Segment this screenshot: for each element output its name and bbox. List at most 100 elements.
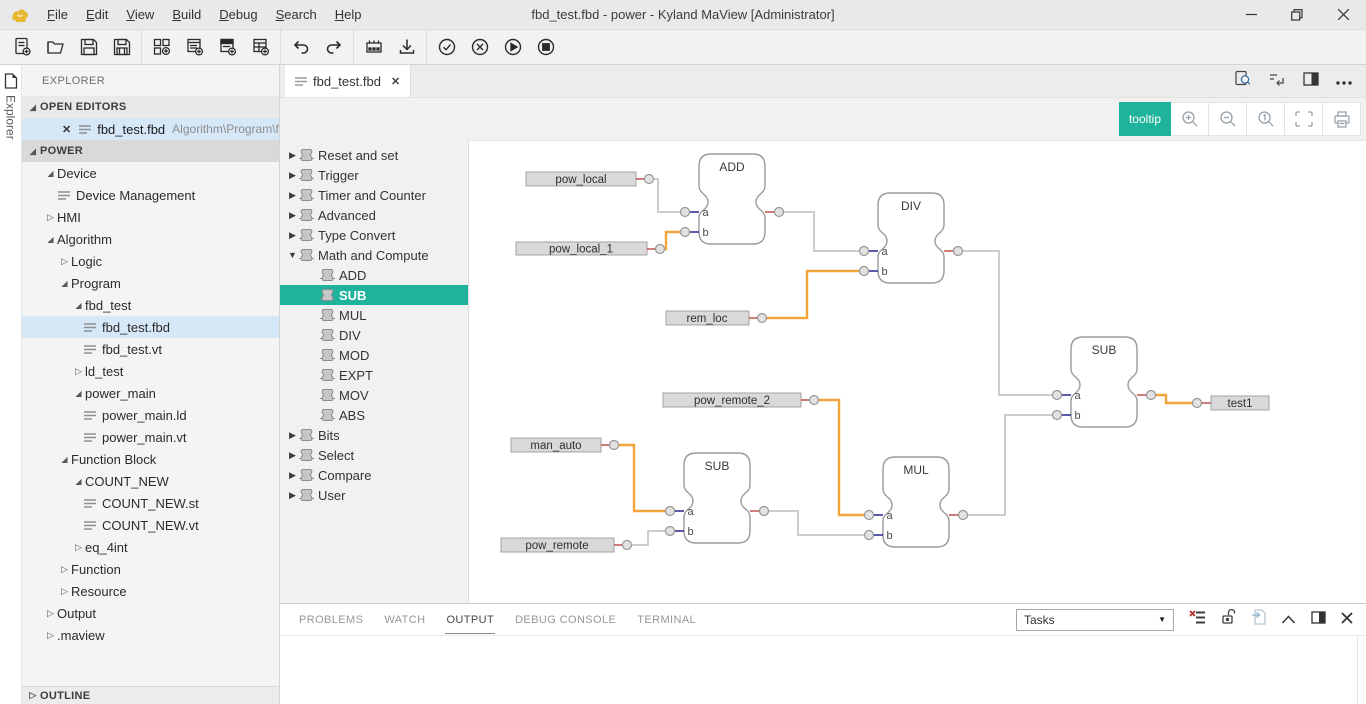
- split-panel-icon[interactable]: [1311, 611, 1326, 629]
- input-port-b[interactable]: [860, 267, 869, 276]
- library-item[interactable]: Advanced: [280, 205, 468, 225]
- variable-label[interactable]: man_auto: [511, 438, 619, 452]
- tree-item[interactable]: Logic: [22, 250, 279, 272]
- panel-tab[interactable]: WATCH: [383, 605, 426, 634]
- close-editor-icon[interactable]: ✕: [62, 123, 71, 136]
- tree-item[interactable]: ld_test: [22, 360, 279, 382]
- tree-item[interactable]: Function: [22, 558, 279, 580]
- maximize-panel-icon[interactable]: [1281, 611, 1296, 629]
- menu-item[interactable]: Build: [163, 0, 210, 29]
- cancel-button[interactable]: [463, 33, 496, 61]
- tree-twisty-icon[interactable]: [44, 212, 57, 223]
- panel-tab[interactable]: DEBUG CONSOLE: [514, 605, 617, 634]
- input-port-a[interactable]: [1053, 391, 1062, 400]
- variable-label[interactable]: test1: [1193, 396, 1270, 410]
- tab-fbd-test[interactable]: fbd_test.fbd ✕: [285, 65, 411, 97]
- wire[interactable]: [963, 251, 1053, 395]
- open-editor-item[interactable]: ✕ fbd_test.fbd Algorithm\Program\fb...: [22, 118, 279, 140]
- zoom-out-button[interactable]: [1209, 102, 1247, 136]
- undo-button[interactable]: [284, 33, 317, 61]
- library-item[interactable]: ADD: [280, 265, 468, 285]
- tree-item[interactable]: Function Block: [22, 448, 279, 470]
- new-project-button[interactable]: [145, 33, 178, 61]
- input-port-b[interactable]: [666, 527, 675, 536]
- wire[interactable]: [784, 212, 860, 251]
- tree-twisty-icon[interactable]: [286, 470, 299, 481]
- open-preview-icon[interactable]: [1234, 70, 1251, 92]
- fit-screen-button[interactable]: [1285, 102, 1323, 136]
- panel-tab[interactable]: PROBLEMS: [298, 605, 364, 634]
- connector-port[interactable]: [1193, 399, 1202, 408]
- wire[interactable]: [654, 179, 681, 212]
- run-button[interactable]: [496, 33, 529, 61]
- panel-tab[interactable]: TERMINAL: [636, 605, 697, 634]
- add-table-button[interactable]: [244, 33, 277, 61]
- zoom-in-button[interactable]: [1171, 102, 1209, 136]
- tree-item[interactable]: eq_4int: [22, 536, 279, 558]
- connector-port[interactable]: [645, 175, 654, 184]
- tree-item[interactable]: power_main.vt: [22, 426, 279, 448]
- tree-twisty-icon[interactable]: [286, 170, 299, 181]
- connector-port[interactable]: [610, 441, 619, 450]
- connector-port[interactable]: [810, 396, 819, 405]
- zoom-reset-button[interactable]: [1247, 102, 1285, 136]
- library-item[interactable]: MUL: [280, 305, 468, 325]
- tree-item[interactable]: COUNT_NEW.vt: [22, 514, 279, 536]
- tree-item[interactable]: fbd_test: [22, 294, 279, 316]
- tree-item[interactable]: HMI: [22, 206, 279, 228]
- menu-item[interactable]: Debug: [210, 0, 266, 29]
- output-port[interactable]: [760, 507, 769, 516]
- device-config-button[interactable]: [357, 33, 390, 61]
- tree-twisty-icon[interactable]: [72, 366, 85, 377]
- fbd-block-div[interactable]: DIV a b: [860, 193, 963, 283]
- download-button[interactable]: [390, 33, 423, 61]
- input-port-b[interactable]: [681, 228, 690, 237]
- tooltip-toggle-button[interactable]: tooltip: [1119, 102, 1171, 136]
- tree-item[interactable]: Device Management: [22, 184, 279, 206]
- save-all-button[interactable]: [105, 33, 138, 61]
- library-item[interactable]: Bits: [280, 425, 468, 445]
- library-item[interactable]: Compare: [280, 465, 468, 485]
- library-item[interactable]: User: [280, 485, 468, 505]
- tree-twisty-icon[interactable]: [72, 389, 85, 398]
- output-port[interactable]: [1147, 391, 1156, 400]
- input-port-a[interactable]: [681, 208, 690, 217]
- library-item[interactable]: Select: [280, 445, 468, 465]
- tree-twisty-icon[interactable]: [44, 630, 57, 641]
- wire[interactable]: [819, 400, 865, 515]
- tree-twisty-icon[interactable]: [286, 250, 299, 260]
- wire[interactable]: [619, 445, 666, 511]
- library-item[interactable]: MOV: [280, 385, 468, 405]
- library-item[interactable]: SUB: [280, 285, 468, 305]
- menu-item[interactable]: Help: [326, 0, 371, 29]
- tree-item[interactable]: Device: [22, 162, 279, 184]
- explorer-file-icon[interactable]: [4, 73, 18, 89]
- tree-twisty-icon[interactable]: [44, 608, 57, 619]
- fbd-canvas[interactable]: pow_local pow_local_1 rem_loc pow_remote…: [468, 140, 1366, 603]
- add-program-button[interactable]: [178, 33, 211, 61]
- library-item[interactable]: ABS: [280, 405, 468, 425]
- menu-item[interactable]: File: [38, 0, 77, 29]
- library-item[interactable]: MOD: [280, 345, 468, 365]
- library-item[interactable]: EXPT: [280, 365, 468, 385]
- tree-item[interactable]: power_main.ld: [22, 404, 279, 426]
- scrollbar-track[interactable]: [1357, 636, 1366, 704]
- fbd-block-sub-right[interactable]: SUB a b: [1053, 337, 1156, 427]
- output-port[interactable]: [775, 208, 784, 217]
- stop-button[interactable]: [529, 33, 562, 61]
- fbd-block-mul[interactable]: MUL a b: [865, 457, 968, 547]
- tree-twisty-icon[interactable]: [286, 450, 299, 461]
- tree-item[interactable]: fbd_test.fbd: [22, 316, 279, 338]
- tree-item[interactable]: Output: [22, 602, 279, 624]
- wire[interactable]: [767, 271, 860, 318]
- add-hmi-button[interactable]: [211, 33, 244, 61]
- variable-label[interactable]: pow_local: [526, 172, 654, 186]
- output-content[interactable]: [280, 636, 1366, 704]
- variable-label[interactable]: pow_local_1: [516, 242, 665, 256]
- tree-twisty-icon[interactable]: [286, 210, 299, 221]
- tree-twisty-icon[interactable]: [58, 256, 71, 267]
- more-actions-icon[interactable]: [1336, 72, 1352, 90]
- unlock-icon[interactable]: [1221, 609, 1236, 630]
- tree-twisty-icon[interactable]: [286, 190, 299, 201]
- tree-twisty-icon[interactable]: [44, 169, 57, 178]
